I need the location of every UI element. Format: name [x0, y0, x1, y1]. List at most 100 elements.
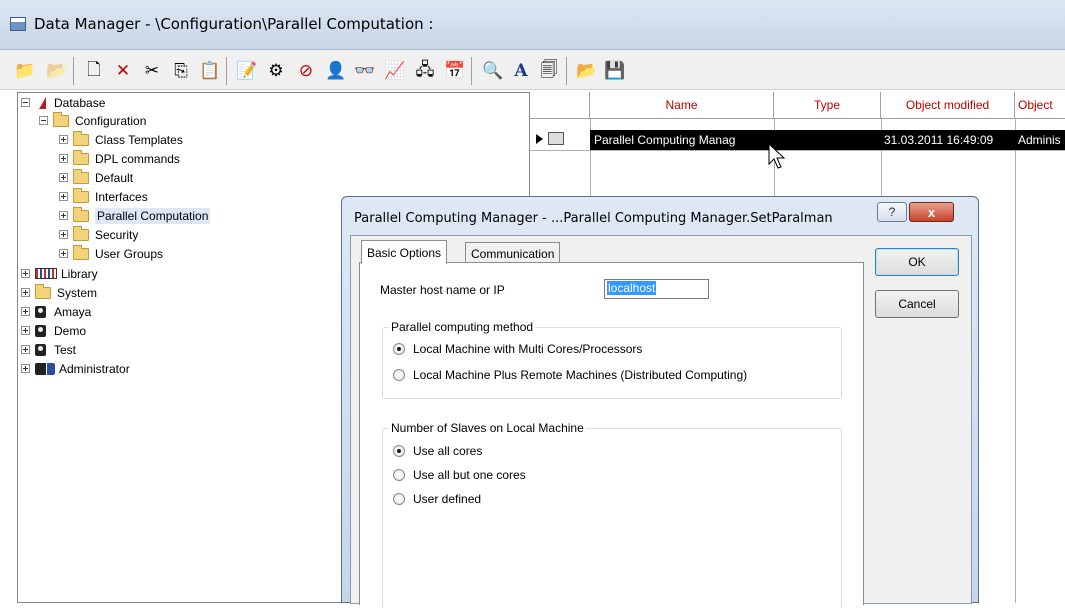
network-icon[interactable]: 🖧: [414, 60, 436, 82]
collapse-icon[interactable]: [21, 98, 30, 107]
collapse-icon[interactable]: [39, 116, 48, 125]
ok-button[interactable]: OK: [875, 248, 959, 276]
radio-icon: [393, 369, 405, 381]
open-folder-icon: [53, 111, 69, 127]
expand-icon[interactable]: [21, 269, 30, 278]
toolbar: 📁 📂 🗋 ✕ ✂ ⎘ 📋 📝 ⚙ ⊘ 👤 👓 📈 🖧 📅 🔍 A 🗐 📂 💾: [0, 50, 1065, 90]
help-button[interactable]: ?: [877, 202, 907, 222]
parallel-computing-manager-dialog: Parallel Computing Manager - ...Parallel…: [341, 196, 979, 608]
master-host-label: Master host name or IP: [380, 283, 505, 297]
radio-distributed[interactable]: Local Machine Plus Remote Machines (Dist…: [393, 368, 747, 382]
expand-icon[interactable]: [21, 345, 30, 354]
tab-basic-options[interactable]: Basic Options: [361, 240, 448, 264]
app-icon: [10, 17, 26, 31]
edit-page-icon[interactable]: 🗐: [538, 60, 560, 82]
tab-communication[interactable]: Communication: [465, 242, 561, 264]
folder-icon: [73, 244, 89, 260]
grid-line: [530, 150, 1065, 151]
basic-options-page: Master host name or IP localhost Paralle…: [359, 262, 864, 608]
delete-icon[interactable]: ✕: [112, 60, 134, 82]
close-button[interactable]: x: [909, 202, 954, 222]
new-object-icon[interactable]: 🗋: [83, 60, 105, 82]
expand-icon[interactable]: [21, 326, 30, 335]
column-header-object[interactable]: Object: [1015, 92, 1065, 119]
expand-icon[interactable]: [59, 230, 68, 239]
expand-icon[interactable]: [59, 249, 68, 258]
tree-item-interfaces[interactable]: Interfaces: [59, 187, 148, 206]
tree-item-system[interactable]: System: [21, 283, 97, 302]
radio-local-multicore[interactable]: Local Machine with Multi Cores/Processor…: [393, 342, 642, 356]
tree-item-test[interactable]: Test: [21, 340, 76, 359]
open-folder-icon[interactable]: 📂: [46, 60, 68, 82]
folder-icon: [35, 283, 51, 299]
cell-object-modified: 31.03.2011 16:49:09: [884, 133, 994, 147]
column-header-type[interactable]: Type: [774, 92, 881, 119]
folder-icon: [73, 149, 89, 165]
user-icon: [35, 305, 46, 318]
expand-icon[interactable]: [21, 288, 30, 297]
cut-icon[interactable]: ✂: [141, 60, 163, 82]
expand-icon[interactable]: [59, 154, 68, 163]
tree-item-user-groups[interactable]: User Groups: [59, 244, 163, 263]
settings-icon[interactable]: ⚙: [265, 60, 287, 82]
expand-icon[interactable]: [59, 173, 68, 182]
paste-icon[interactable]: 📋: [199, 60, 221, 82]
copy-icon[interactable]: ⎘: [170, 60, 192, 82]
folder-icon: [73, 225, 89, 241]
tree-item-dpl-commands[interactable]: DPL commands: [59, 149, 180, 168]
tree-item-database[interactable]: Database: [21, 93, 105, 112]
radio-icon: [393, 469, 405, 481]
radio-user-defined[interactable]: User defined: [393, 492, 481, 506]
column-header-object-modified[interactable]: Object modified: [881, 92, 1015, 119]
folder-icon: [73, 168, 89, 184]
glasses-icon[interactable]: 👓: [354, 60, 376, 82]
user-icon: [35, 324, 46, 337]
expand-icon[interactable]: [59, 192, 68, 201]
admin-user-icon: [35, 362, 55, 375]
tree-item-administrator[interactable]: Administrator: [21, 359, 130, 378]
folder-icon: [73, 187, 89, 203]
find-user-icon[interactable]: 👤: [325, 60, 347, 82]
tree-item-parallel-computation[interactable]: Parallel Computation: [59, 206, 211, 225]
tree-item-library[interactable]: Library: [21, 264, 98, 283]
radio-use-all-cores[interactable]: Use all cores: [393, 444, 482, 458]
toolbar-separator: [226, 57, 227, 85]
expand-icon[interactable]: [59, 211, 68, 220]
dialog-body: Basic Options Communication Master host …: [350, 235, 972, 608]
radio-selected-icon: [393, 343, 405, 355]
stop-icon[interactable]: ⊘: [295, 60, 317, 82]
tree-item-default[interactable]: Default: [59, 168, 133, 187]
folder-icon: [73, 206, 89, 222]
cancel-button[interactable]: Cancel: [875, 290, 959, 318]
up-folder-icon[interactable]: 📁: [14, 60, 36, 82]
parallel-method-title: Parallel computing method: [389, 320, 536, 334]
expand-icon[interactable]: [59, 135, 68, 144]
tree-item-demo[interactable]: Demo: [21, 321, 86, 340]
slaves-group: Number of Slaves on Local Machine Use al…: [382, 421, 842, 608]
window-title-bar: Data Manager - \Configuration\Parallel C…: [0, 0, 1065, 50]
radio-icon: [393, 493, 405, 505]
radio-selected-icon: [393, 445, 405, 457]
save-icon[interactable]: 💾: [604, 60, 626, 82]
edit-icon[interactable]: 📝: [236, 60, 258, 82]
toolbar-separator: [73, 57, 74, 85]
expand-icon[interactable]: [21, 364, 30, 373]
tree-item-class-templates[interactable]: Class Templates: [59, 130, 183, 149]
table-row[interactable]: Parallel Computing Manag 31.03.2011 16:4…: [590, 130, 1065, 150]
column-header-name[interactable]: Name: [590, 92, 774, 119]
radio-use-all-but-one[interactable]: Use all but one cores: [393, 468, 526, 482]
tree-item-security[interactable]: Security: [59, 225, 138, 244]
tree-item-amaya[interactable]: Amaya: [21, 302, 91, 321]
calendar-icon[interactable]: 📅: [444, 60, 466, 82]
user-icon: [35, 343, 46, 356]
expand-icon[interactable]: [21, 307, 30, 316]
open-icon[interactable]: 📂: [576, 60, 598, 82]
master-host-input[interactable]: localhost: [604, 279, 709, 299]
cell-object: Adminis: [1018, 133, 1061, 147]
database-icon: [39, 96, 46, 109]
tree-item-configuration[interactable]: Configuration: [39, 111, 146, 130]
chart-icon[interactable]: 📈: [384, 60, 406, 82]
toolbar-separator: [471, 57, 472, 85]
find-icon[interactable]: 🔍: [482, 60, 504, 82]
font-icon[interactable]: A: [510, 60, 532, 82]
